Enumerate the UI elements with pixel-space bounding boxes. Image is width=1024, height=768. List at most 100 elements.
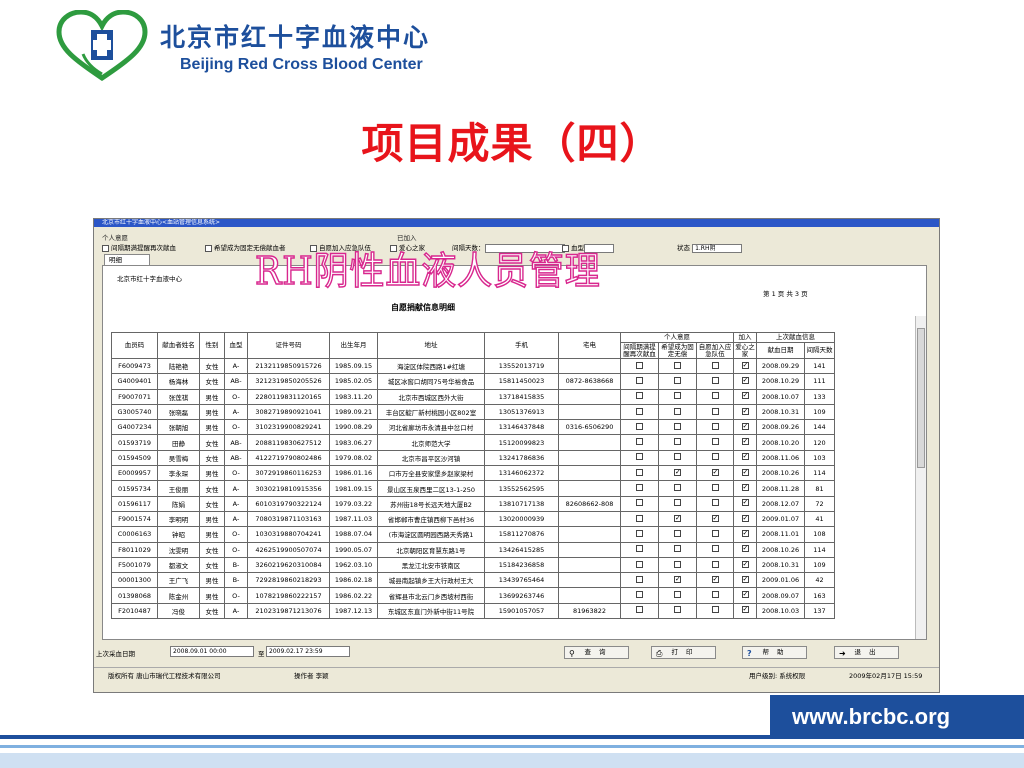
cell-phone	[558, 572, 621, 589]
table-row[interactable]: E0009957 李永琛 男性 O- 3072919860116253 1986.01.1…	[111, 465, 835, 482]
table-row[interactable]: F6009473 陆艳艳 女性 A- 2132119850915726 1985.09.1…	[111, 357, 835, 375]
cell-date: 2008.10.20	[756, 434, 805, 451]
cell-name: 沈雯明	[157, 541, 200, 558]
website-url[interactable]: www.brcbc.org	[792, 704, 950, 730]
exit-button[interactable]: ➜ 退 出	[834, 646, 899, 659]
cell-c3	[696, 526, 734, 543]
cell-c2	[658, 602, 697, 620]
cell-phone	[558, 556, 621, 574]
table-row[interactable]: G4007234 张朝旭 男性 O- 3102319900829241 1990.08.2…	[111, 419, 835, 436]
date-to-label: 至	[258, 650, 265, 658]
cell-cert: 1030319880704241	[247, 526, 330, 543]
table-row[interactable]: 01593719 田静 女性 AB- 2088119830627512 1983.06.2…	[111, 434, 835, 451]
cell-c3	[696, 556, 734, 574]
unchecked-box-icon	[711, 499, 719, 507]
cell-cert: 6010319790322124	[247, 495, 330, 512]
cell-mobile: 13426415285	[484, 541, 559, 558]
checked-box-icon	[674, 575, 681, 583]
cell-sex: 男性	[199, 403, 225, 421]
cell-birth: 1987.12.13	[329, 602, 378, 620]
cell-addr: 河北省廊坊市永清县中岔口村	[377, 419, 485, 436]
checked-box-icon	[741, 544, 749, 553]
tab-detail[interactable]: 明细	[104, 254, 150, 265]
table-row[interactable]: 01594509 吴雪梅 女性 AB- 4122719790802486 1979.08.…	[111, 449, 835, 467]
cell-c1	[620, 587, 659, 604]
unchecked-box-icon	[636, 376, 643, 384]
cell-sex: 女性	[199, 373, 225, 390]
org-name-en: Beijing Red Cross Blood Center	[180, 56, 423, 73]
table-row[interactable]: F8011029 沈雯明 女性 O- 4262519900507074 1990.05.0…	[111, 541, 835, 558]
cell-id: G4007234	[111, 419, 158, 436]
cell-c4	[733, 388, 757, 405]
table-row[interactable]: F2010487 冯俊 女性 A- 2102319871213076 1987.12.13…	[111, 602, 835, 620]
cell-cert: 3082719890921041	[247, 403, 330, 421]
cell-cert: 2102319871213076	[247, 602, 330, 620]
cell-id: F8011029	[111, 541, 158, 558]
query-button[interactable]: ⚲ 查 询	[564, 646, 629, 659]
cell-date: 2008.10.29	[756, 373, 805, 390]
cell-c1	[620, 541, 659, 558]
table-row[interactable]: 01595734 王俊丽 女性 A- 3030219810915356 1981.09.1…	[111, 480, 835, 497]
cell-name: 钟昭	[157, 526, 200, 543]
col-header: 血型	[224, 332, 248, 359]
table-row[interactable]: F9001574 李明明 男性 A- 7080319871103163 1987.11.0…	[111, 510, 835, 528]
cell-sex: 男性	[199, 465, 225, 482]
col-header: 爱心之家	[733, 342, 757, 359]
cell-c1	[620, 602, 659, 620]
table-row[interactable]: 00001300 王广飞 男性 B- 7292819860218293 1986.02.1…	[111, 572, 835, 589]
cell-mobile: 13810717138	[484, 495, 559, 512]
cell-mobile: 13552562595	[484, 480, 559, 497]
table-row[interactable]: G4009401 杨海林 女性 AB- 3212319850205526 1985.02.…	[111, 373, 835, 390]
help-button[interactable]: ? 帮 助	[742, 646, 807, 659]
cell-c3	[696, 373, 734, 390]
col-header: 性别	[199, 332, 225, 359]
table-row[interactable]: G3005740 张晓磊 男性 A- 3082719890921041 1989.09.2…	[111, 403, 835, 421]
cell-phone	[558, 510, 621, 528]
cell-addr: 城区冰窖口胡同75号华裕食品	[377, 373, 485, 390]
cell-c2	[658, 572, 697, 589]
cell-date: 2008.10.26	[756, 465, 805, 482]
col-header: 手机	[484, 332, 559, 359]
table-row[interactable]: F5001079 都淑文 女性 B- 3260219620310084 1962.03.1…	[111, 556, 835, 574]
cell-sex: 女性	[199, 541, 225, 558]
checked-box-icon	[741, 468, 749, 476]
cell-c1	[620, 373, 659, 390]
unchecked-box-icon	[636, 392, 643, 400]
unchecked-box-icon	[636, 468, 643, 476]
cell-date: 2008.11.28	[756, 480, 805, 497]
cell-addr: 城县南起镇乡王大行政村王大	[377, 572, 485, 589]
report-scrollbar[interactable]	[915, 316, 926, 639]
cell-c4	[733, 572, 757, 589]
cell-c3	[696, 419, 734, 436]
date-from-field[interactable]: 2008.09.01 00:00	[170, 646, 254, 657]
unchecked-box-icon	[711, 529, 719, 537]
status-filter[interactable]: 状态 1.RH阴	[677, 242, 743, 253]
cell-sex: 男性	[199, 388, 225, 405]
table-row[interactable]: C0006163 钟昭 男性 O- 1030319880704241 1988.07.04…	[111, 526, 835, 543]
unchecked-box-icon	[636, 453, 643, 461]
table-row[interactable]: F9007071 张莲祺 男性 O- 2280119831120165 1983.11.2…	[111, 388, 835, 405]
cell-c1	[620, 434, 659, 451]
checked-box-icon	[674, 514, 681, 522]
cell-c2	[658, 449, 697, 467]
cell-days: 141	[804, 357, 835, 375]
table-row[interactable]: 01398068 陈金州 男性 O- 1078219860222157 1986.02.2…	[111, 587, 835, 604]
cell-c4	[733, 602, 757, 620]
unchecked-box-icon	[711, 422, 719, 430]
print-button[interactable]: ⎙ 打 印	[651, 646, 716, 659]
cell-id: F6009473	[111, 357, 158, 375]
unchecked-box-icon	[636, 560, 643, 568]
cell-name: 吴雪梅	[157, 449, 200, 467]
cell-sex: 女性	[199, 495, 225, 512]
scroll-thumb[interactable]	[917, 328, 925, 468]
col-header: 献血者姓名	[157, 332, 200, 359]
table-row[interactable]: 01596117 陈娟 女性 A- 6010319790322124 1979.03.22…	[111, 495, 835, 512]
status-bar: 版权所有 唐山市瑞代工程技术有限公司 操作者 李颖 用户级别: 系统权限 200…	[94, 667, 939, 680]
date-to-field[interactable]: 2009.02.17 23:59	[266, 646, 350, 657]
cell-addr: 省辉县市北云门乡西坡村西街	[377, 587, 485, 604]
cell-birth: 1981.09.15	[329, 480, 378, 497]
cell-birth: 1989.09.21	[329, 403, 378, 421]
filter-interval-checkbox[interactable]: 间隔期满提醒再次献血	[102, 242, 176, 252]
cell-c1	[620, 465, 659, 482]
cell-c2	[658, 556, 697, 574]
